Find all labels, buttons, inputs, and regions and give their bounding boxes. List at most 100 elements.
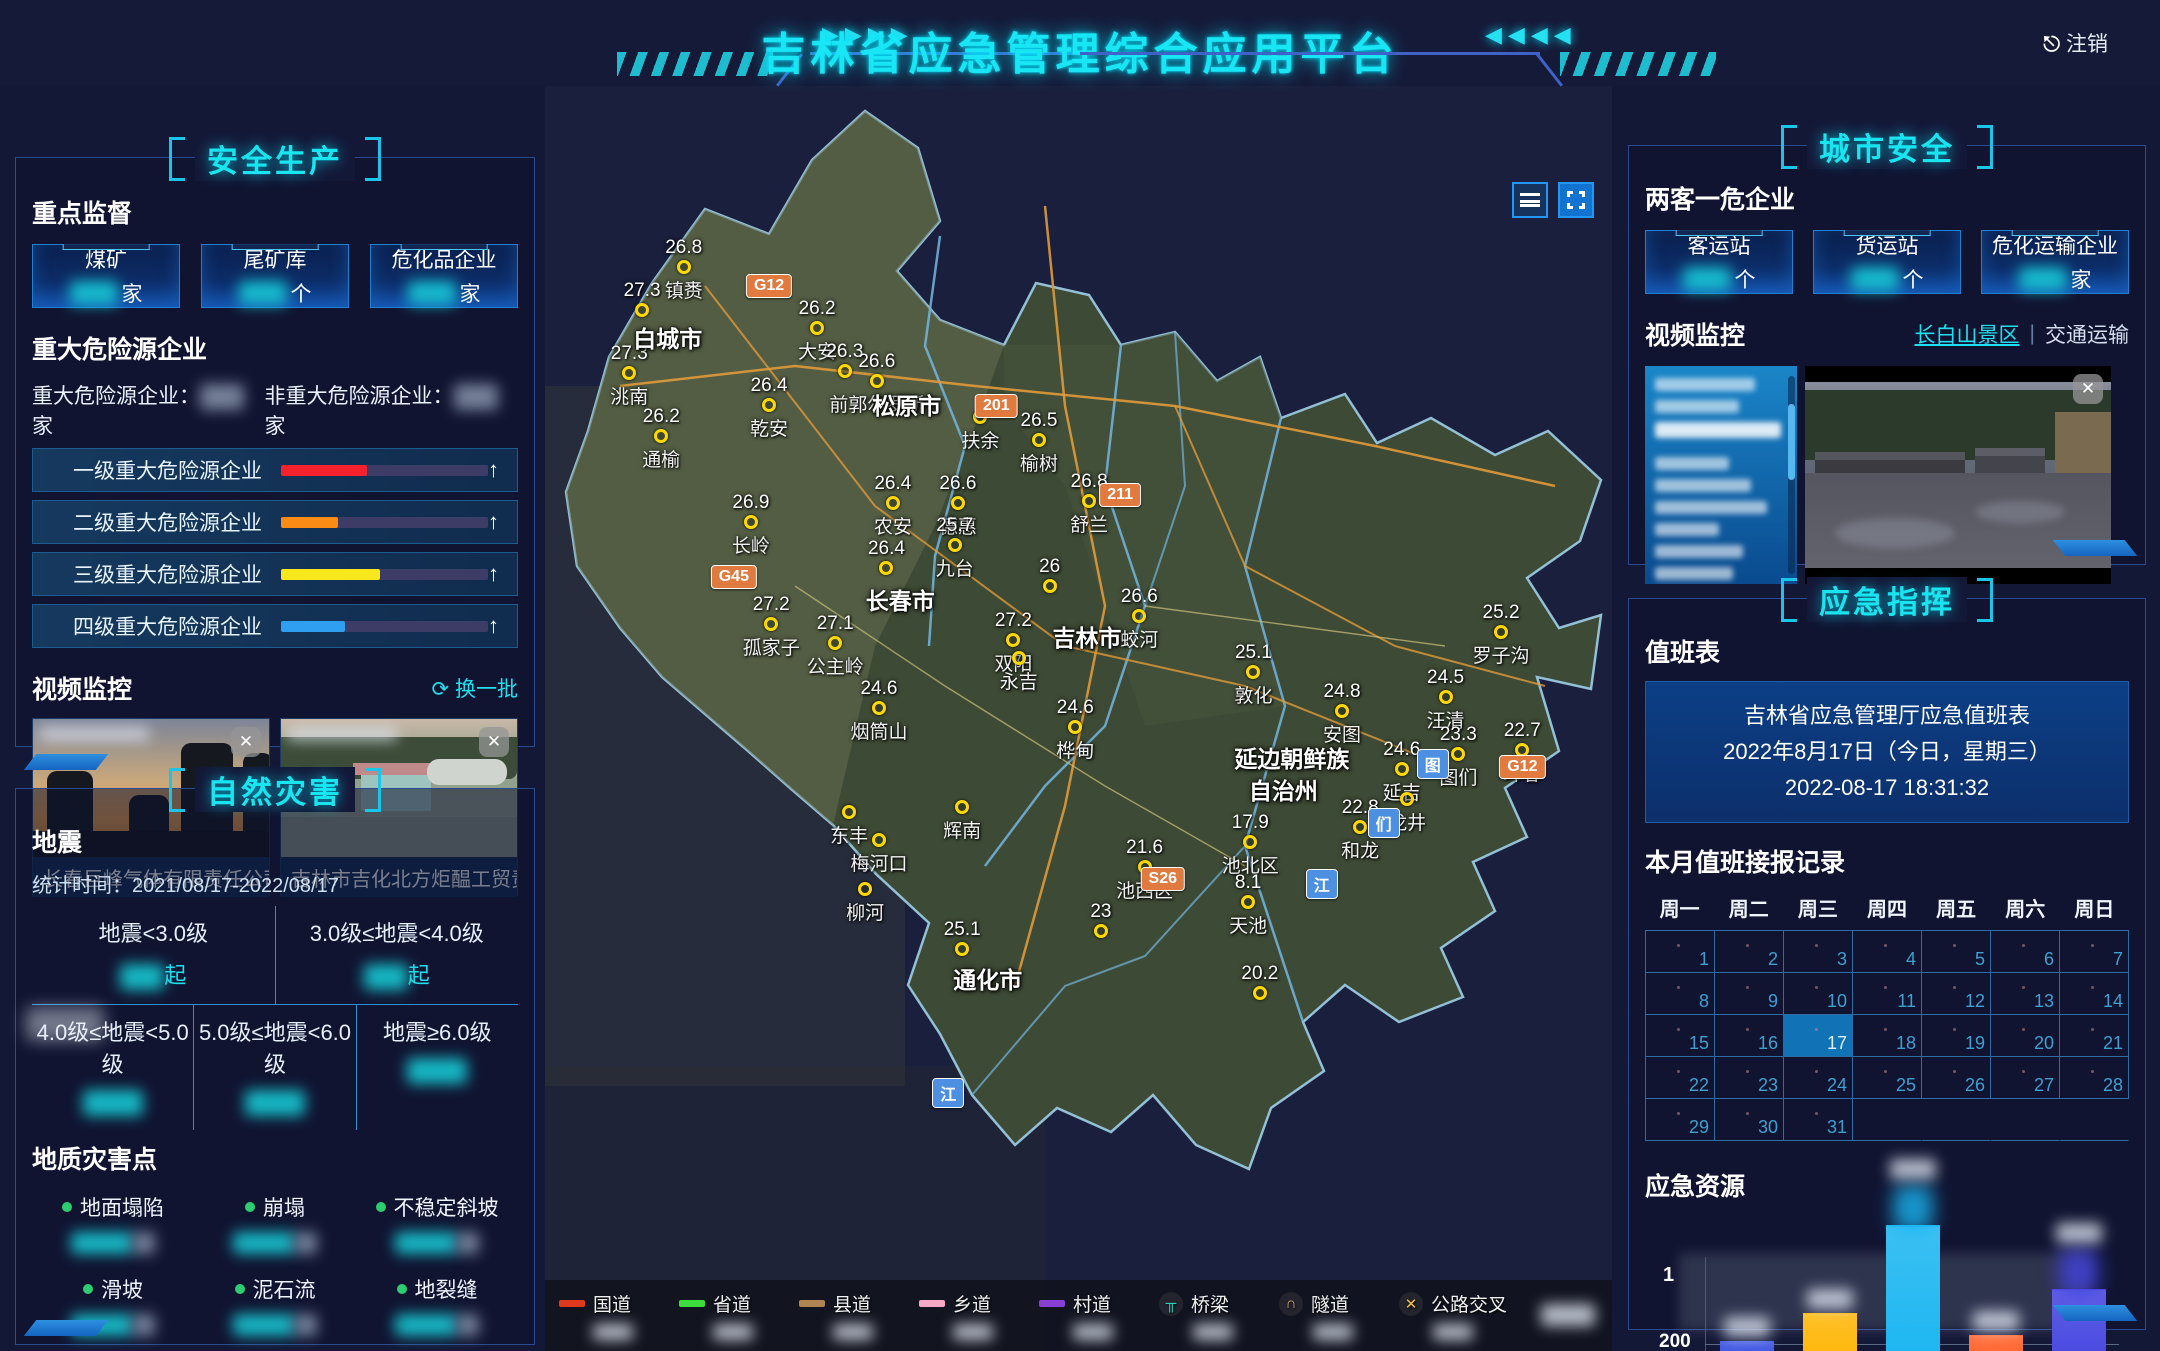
- temperature-marker-icon[interactable]: [1043, 579, 1057, 593]
- temperature-marker-icon[interactable]: [1395, 762, 1409, 776]
- temperature-marker-icon[interactable]: [1353, 820, 1367, 834]
- temperature-marker-icon[interactable]: [1243, 835, 1257, 849]
- temperature-marker-icon[interactable]: [1439, 690, 1453, 704]
- calendar-day-18[interactable]: 18: [1853, 1015, 1922, 1057]
- temperature-marker-icon[interactable]: [828, 636, 842, 650]
- temperature-marker-icon[interactable]: [1451, 747, 1465, 761]
- province-map[interactable]: 26.8镇赉27.327.3洮南26.2大安26.326.6前郭尔罗斯26.4乾…: [545, 86, 1612, 1351]
- calendar-day-16[interactable]: 16: [1715, 1015, 1784, 1057]
- tab-transport[interactable]: 交通运输: [2045, 319, 2129, 349]
- temperature-marker-icon[interactable]: [1068, 720, 1082, 734]
- temperature-marker-icon[interactable]: [1494, 625, 1508, 639]
- temperature-marker-icon[interactable]: [1246, 665, 1260, 679]
- calendar-day-26[interactable]: 26: [1922, 1057, 1991, 1099]
- card-客运站[interactable]: 客运站个: [1645, 230, 1793, 294]
- camera-list[interactable]: [1645, 366, 1797, 584]
- calendar-day-28[interactable]: 28: [2060, 1057, 2129, 1099]
- up-arrow-icon[interactable]: ↑: [488, 561, 499, 587]
- calendar-day-22[interactable]: 22: [1646, 1057, 1715, 1099]
- temperature-marker-icon[interactable]: [762, 398, 776, 412]
- calendar-day-13[interactable]: 13: [1991, 973, 2060, 1015]
- calendar-day-14[interactable]: 14: [2060, 973, 2129, 1015]
- temperature-marker-icon[interactable]: [886, 496, 900, 510]
- temperature-marker-icon[interactable]: [635, 303, 649, 317]
- card-危化品企业[interactable]: 危化品企业家: [370, 244, 518, 308]
- temperature-marker-icon[interactable]: [838, 364, 852, 378]
- calendar-day-25[interactable]: 25: [1853, 1057, 1922, 1099]
- calendar-day-4[interactable]: 4: [1853, 931, 1922, 973]
- map-fullscreen-button[interactable]: [1558, 182, 1594, 218]
- temperature-marker-icon[interactable]: [951, 496, 965, 510]
- close-icon[interactable]: ✕: [479, 727, 509, 757]
- temperature-marker-icon[interactable]: [858, 882, 872, 896]
- temperature-marker-icon[interactable]: [1006, 633, 1020, 647]
- calendar-day-24[interactable]: 24: [1784, 1057, 1853, 1099]
- temperature-marker-icon[interactable]: [810, 321, 824, 335]
- calendar-day-31[interactable]: 31: [1784, 1099, 1853, 1141]
- calendar-day-15[interactable]: 15: [1646, 1015, 1715, 1057]
- map-layers-button[interactable]: [1512, 182, 1548, 218]
- calendar-day-23[interactable]: 23: [1715, 1057, 1784, 1099]
- calendar-day-9[interactable]: 9: [1715, 973, 1784, 1015]
- calendar-day-30[interactable]: 30: [1715, 1099, 1784, 1141]
- temperature-marker-icon[interactable]: [955, 800, 969, 814]
- card-煤矿[interactable]: 煤矿家: [32, 244, 180, 308]
- temperature-marker-icon[interactable]: [622, 366, 636, 380]
- temperature-marker-icon[interactable]: [764, 617, 778, 631]
- temperature-marker-icon[interactable]: [1132, 609, 1146, 623]
- up-arrow-icon[interactable]: ↑: [488, 457, 499, 483]
- temperature-marker-icon[interactable]: [955, 942, 969, 956]
- temperature-marker-icon[interactable]: [1400, 792, 1414, 806]
- temperature-marker-icon[interactable]: [842, 805, 856, 819]
- camera-list-item[interactable]: [1655, 479, 1751, 492]
- refresh-batch-link[interactable]: ⟳ 换一批: [432, 673, 518, 703]
- card-货运站[interactable]: 货运站个: [1813, 230, 1961, 294]
- temperature-marker-icon[interactable]: [948, 538, 962, 552]
- temperature-marker-icon[interactable]: [1241, 895, 1255, 909]
- camera-list-item[interactable]: [1655, 501, 1767, 514]
- calendar-day-11[interactable]: 11: [1853, 973, 1922, 1015]
- calendar-day-17[interactable]: 17: [1784, 1015, 1853, 1057]
- temperature-marker-icon[interactable]: [677, 260, 691, 274]
- calendar-day-1[interactable]: 1: [1646, 931, 1715, 973]
- calendar-day-10[interactable]: 10: [1784, 973, 1853, 1015]
- temperature-marker-icon[interactable]: [1094, 924, 1108, 938]
- calendar-day-7[interactable]: 7: [2060, 931, 2129, 973]
- up-arrow-icon[interactable]: ↑: [488, 613, 499, 639]
- temperature-marker-icon[interactable]: [1335, 704, 1349, 718]
- temperature-marker-icon[interactable]: [872, 701, 886, 715]
- card-尾矿库[interactable]: 尾矿库个: [201, 244, 349, 308]
- tab-changbaishan[interactable]: 长白山景区: [1915, 319, 2020, 349]
- scrollbar-thumb[interactable]: [1788, 404, 1795, 480]
- calendar-day-2[interactable]: 2: [1715, 931, 1784, 973]
- calendar-day-21[interactable]: 21: [2060, 1015, 2129, 1057]
- close-icon[interactable]: ✕: [231, 727, 261, 757]
- calendar-day-19[interactable]: 19: [1922, 1015, 1991, 1057]
- temperature-marker-icon[interactable]: [744, 515, 758, 529]
- logout-button[interactable]: ⎋注销: [2043, 28, 2108, 58]
- calendar-day-12[interactable]: 12: [1922, 973, 1991, 1015]
- calendar-day-5[interactable]: 5: [1922, 931, 1991, 973]
- calendar-day-27[interactable]: 27: [1991, 1057, 2060, 1099]
- up-arrow-icon[interactable]: ↑: [488, 509, 499, 535]
- temperature-marker-icon[interactable]: [879, 561, 893, 575]
- camera-list-item[interactable]: [1655, 378, 1755, 391]
- camera-list-scrollbar[interactable]: [1788, 376, 1795, 574]
- calendar-day-6[interactable]: 6: [1991, 931, 2060, 973]
- calendar-day-20[interactable]: 20: [1991, 1015, 2060, 1057]
- close-icon[interactable]: ✕: [2073, 374, 2103, 404]
- temperature-marker-icon[interactable]: [872, 833, 886, 847]
- camera-list-item[interactable]: [1655, 400, 1739, 413]
- temperature-marker-icon[interactable]: [870, 374, 884, 388]
- temperature-marker-icon[interactable]: [1253, 986, 1267, 1000]
- calendar-day-29[interactable]: 29: [1646, 1099, 1715, 1141]
- card-危化运输企业[interactable]: 危化运输企业家: [1981, 230, 2129, 294]
- calendar-day-8[interactable]: 8: [1646, 973, 1715, 1015]
- temperature-marker-icon[interactable]: [654, 429, 668, 443]
- temperature-marker-icon[interactable]: [1012, 651, 1026, 665]
- camera-list-item[interactable]: [1655, 422, 1781, 438]
- temperature-marker-icon[interactable]: [1032, 433, 1046, 447]
- temperature-marker-icon[interactable]: [1082, 494, 1096, 508]
- camera-list-item[interactable]: [1655, 523, 1719, 536]
- camera-list-item[interactable]: [1655, 457, 1729, 470]
